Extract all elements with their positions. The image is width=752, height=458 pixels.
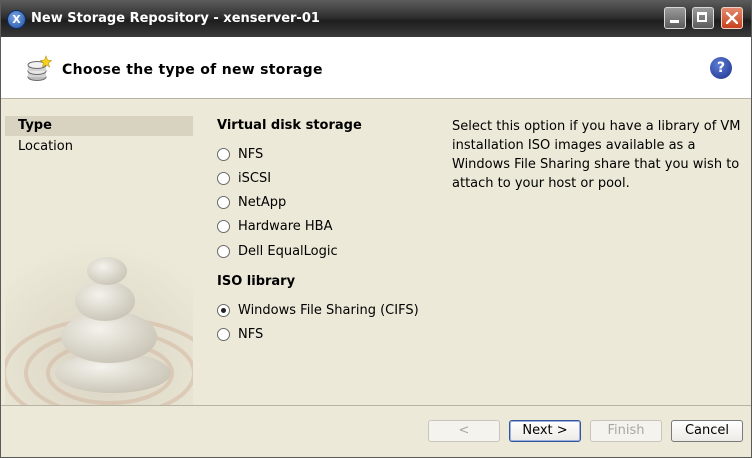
cancel-button[interactable]: Cancel bbox=[671, 420, 743, 442]
back-button[interactable]: < bbox=[428, 420, 500, 442]
minimize-button[interactable] bbox=[664, 7, 686, 29]
radio-button[interactable] bbox=[217, 220, 230, 233]
wizard-header: Choose the type of new storage ? bbox=[1, 37, 751, 99]
radio-button[interactable] bbox=[217, 148, 230, 161]
radio-label[interactable]: Hardware HBA bbox=[238, 219, 333, 234]
sidebar-item-location[interactable]: Location bbox=[5, 137, 193, 157]
title-bar[interactable]: X New Storage Repository - xenserver-01 bbox=[1, 1, 751, 37]
page-title: Choose the type of new storage bbox=[62, 62, 323, 78]
radio-label[interactable]: Windows File Sharing (CIFS) bbox=[238, 303, 419, 318]
radio-label[interactable]: Dell EqualLogic bbox=[238, 244, 338, 259]
window-title: New Storage Repository - xenserver-01 bbox=[31, 11, 320, 26]
radio-button[interactable] bbox=[217, 245, 230, 258]
finish-button[interactable]: Finish bbox=[590, 420, 662, 442]
radio-label[interactable]: NFS bbox=[238, 147, 263, 162]
radio-button[interactable] bbox=[217, 172, 230, 185]
xen-app-icon: X bbox=[7, 10, 26, 29]
wizard-content: Virtual disk storage NFS iSCSI NetApp Ha… bbox=[194, 103, 751, 405]
radio-label[interactable]: NetApp bbox=[238, 195, 286, 210]
close-button[interactable] bbox=[721, 7, 743, 29]
next-button[interactable]: Next > bbox=[509, 420, 581, 442]
sidebar-item-type[interactable]: Type bbox=[5, 116, 193, 136]
radio-button[interactable] bbox=[217, 304, 230, 317]
storage-icon bbox=[27, 55, 52, 81]
maximize-button[interactable] bbox=[692, 7, 714, 29]
help-icon[interactable]: ? bbox=[710, 57, 732, 79]
close-icon bbox=[726, 12, 738, 24]
radio-button[interactable] bbox=[217, 196, 230, 209]
iso-library-heading: ISO library bbox=[217, 274, 296, 289]
option-description: Select this option if you have a library… bbox=[452, 119, 741, 191]
radio-button[interactable] bbox=[217, 328, 230, 341]
stones-decoration-image bbox=[5, 233, 193, 405]
radio-label[interactable]: NFS bbox=[238, 327, 263, 342]
wizard-window: X New Storage Repository - xenserver-01 … bbox=[0, 0, 752, 458]
virtual-disk-heading: Virtual disk storage bbox=[217, 118, 362, 133]
wizard-footer: < Next > Finish Cancel bbox=[1, 405, 751, 457]
radio-label[interactable]: iSCSI bbox=[238, 171, 271, 186]
wizard-sidebar: Type Location bbox=[5, 103, 193, 405]
